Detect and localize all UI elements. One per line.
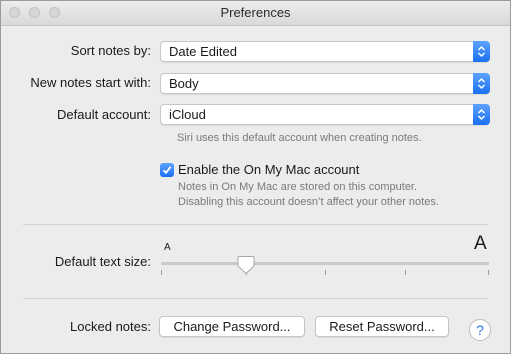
sort-notes-value: Date Edited <box>169 44 237 59</box>
reset-password-button[interactable]: Reset Password... <box>315 316 449 337</box>
divider <box>23 298 488 299</box>
default-account-value: iCloud <box>169 107 206 122</box>
new-notes-label: New notes start with: <box>30 75 151 90</box>
text-size-slider[interactable] <box>161 262 489 265</box>
chevron-up-down-icon <box>473 73 490 94</box>
on-my-mac-note-line2: Disabling this account doesn’t affect yo… <box>178 196 439 208</box>
slider-tick <box>488 270 489 275</box>
new-notes-value: Body <box>169 76 199 91</box>
new-notes-popup[interactable]: Body <box>160 73 490 94</box>
change-password-button[interactable]: Change Password... <box>159 316 305 337</box>
large-text-size-icon: A <box>474 233 487 254</box>
slider-thumb[interactable] <box>237 255 255 280</box>
chevron-up-down-icon <box>473 104 490 125</box>
divider <box>23 224 488 225</box>
preferences-window: Preferences Sort notes by: Date Edited N… <box>0 0 511 354</box>
sort-notes-popup[interactable]: Date Edited <box>160 41 490 62</box>
default-account-label: Default account: <box>57 107 151 122</box>
slider-tick <box>405 270 406 275</box>
locked-notes-label: Locked notes: <box>70 319 151 334</box>
default-account-note: Siri uses this default account when crea… <box>177 132 422 144</box>
title-bar: Preferences <box>1 1 510 26</box>
checkmark-icon <box>162 166 172 175</box>
on-my-mac-checkbox[interactable] <box>160 163 174 177</box>
default-account-popup[interactable]: iCloud <box>160 104 490 125</box>
slider-tick <box>161 270 162 275</box>
small-text-size-icon: A <box>164 242 171 253</box>
chevron-up-down-icon <box>473 41 490 62</box>
on-my-mac-label[interactable]: Enable the On My Mac account <box>178 162 359 177</box>
window-title: Preferences <box>220 5 291 20</box>
sort-notes-label: Sort notes by: <box>70 43 151 58</box>
on-my-mac-note-line1: Notes in On My Mac are stored on this co… <box>178 181 418 193</box>
help-button[interactable]: ? <box>469 319 491 341</box>
text-size-label: Default text size: <box>54 254 151 269</box>
slider-tick <box>325 270 326 275</box>
